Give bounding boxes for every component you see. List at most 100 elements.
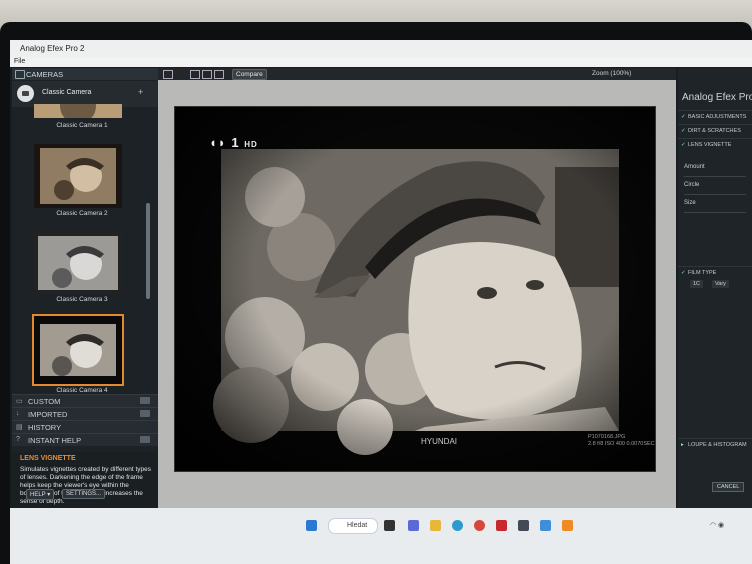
- taskbar-search-text: Hledat: [347, 522, 368, 529]
- section-basic-adjustments[interactable]: ✓ BASIC ADJUSTMENTS: [678, 110, 752, 123]
- task-view-icon[interactable]: [384, 520, 395, 531]
- thumbnail-scrollbar[interactable]: [146, 203, 150, 299]
- chrome-icon[interactable]: [474, 520, 485, 531]
- section-instant-help-toggle[interactable]: [140, 436, 150, 443]
- vignette-amount-slider[interactable]: [684, 176, 746, 177]
- file-explorer-icon[interactable]: [430, 520, 441, 531]
- classic-camera-icon: [17, 85, 34, 102]
- section-instant-help-label: INSTANT HELP: [28, 436, 82, 445]
- vignette-amount-label: Amount: [684, 164, 705, 170]
- section-imported-toggle[interactable]: [140, 410, 150, 417]
- section-lens-vignette[interactable]: ✓ LENS VIGNETTE: [678, 138, 752, 151]
- import-icon: ↓: [16, 410, 20, 417]
- preview-photo: [175, 107, 655, 471]
- cameras-header-label: CAMERAS: [26, 70, 64, 79]
- check-icon[interactable]: ✓: [681, 270, 686, 276]
- help-title: LENS VIGNETTE: [20, 455, 76, 462]
- tray-icons[interactable]: ◠ ◉: [710, 521, 724, 529]
- edge-icon[interactable]: [452, 520, 463, 531]
- zoom-select[interactable]: Zoom (100%): [592, 70, 631, 77]
- camera-thumb-2[interactable]: [34, 144, 122, 208]
- vignette-circle-slider[interactable]: [684, 194, 746, 195]
- custom-icon: ▭: [16, 398, 23, 405]
- image-metadata: P1070168.JPG 2.8 f/8 ISO 400 0.0070SEC: [588, 434, 688, 448]
- film-chip-vary[interactable]: Vary: [712, 280, 729, 288]
- left-panel: CAMERAS Classic Camera + Classic Camera …: [12, 68, 158, 508]
- check-icon[interactable]: ✓: [681, 142, 686, 148]
- chat-icon[interactable]: [408, 520, 419, 531]
- vignette-size-slider[interactable]: [684, 212, 746, 213]
- cancel-button[interactable]: CANCEL: [712, 482, 745, 492]
- vignette-size-label: Size: [684, 200, 696, 206]
- film-type-label: FILM TYPE: [688, 270, 717, 276]
- taskbar: Hledat ◠ ◉: [10, 508, 752, 564]
- app-brand: Analog Efex Pro 2: [682, 92, 752, 103]
- photo-frame: ◖◗ 1 HD HYUNDAI: [174, 106, 656, 472]
- mcafee-icon[interactable]: [496, 520, 507, 531]
- film-chip-1c[interactable]: 1C: [690, 280, 704, 288]
- section-dirt-scratches[interactable]: ✓ DIRT & SCRATCHES: [678, 124, 752, 137]
- section-loupe-histogram[interactable]: ▸ LOUPE & HISTOGRAM: [678, 438, 752, 451]
- menu-file[interactable]: File: [14, 58, 25, 65]
- camera-label-2: Classic Camera 2: [56, 210, 108, 217]
- add-icon[interactable]: +: [138, 87, 143, 97]
- loupe-histogram-label: LOUPE & HISTOGRAM: [688, 442, 747, 448]
- history-icon: ▤: [16, 424, 23, 431]
- taskbar-search[interactable]: Hledat: [328, 518, 378, 534]
- tv-logo-hd: HD: [244, 140, 258, 149]
- camera-thumb-1[interactable]: [34, 104, 122, 118]
- menu-bar: File: [10, 57, 752, 67]
- window-titlebar: Analog Efex Pro 2: [10, 40, 752, 58]
- preview-toolbar: Compare Zoom (100%): [158, 68, 676, 80]
- category-label: Classic Camera: [42, 89, 92, 96]
- section-imported[interactable]: ↓ IMPORTED: [12, 407, 158, 420]
- window-title: Analog Efex Pro 2: [20, 44, 85, 53]
- image-filename: P1070168.JPG: [588, 434, 626, 440]
- camera-icon: [15, 70, 25, 79]
- camera-thumbnails: Classic Camera 1 Classic Camera 2 Classi…: [12, 104, 152, 428]
- cameras-header[interactable]: CAMERAS: [12, 68, 158, 80]
- section-history-label: HISTORY: [28, 423, 62, 432]
- section-custom[interactable]: ▭ CUSTOM: [12, 394, 158, 407]
- sponsor-caption: HYUNDAI: [421, 437, 458, 446]
- vignette-circle-label: Circle: [684, 182, 700, 188]
- right-panel: Analog Efex Pro 2 ✓BASIC ADJUSTMENTS ✓DI…: [678, 68, 752, 508]
- screen: Analog Efex Pro 2 File CAMERAS Classic C…: [10, 40, 752, 564]
- dirt-scratches-label: DIRT & SCRATCHES: [688, 128, 741, 134]
- panel-sections: ▭ CUSTOM ↓ IMPORTED ▤ HISTORY ? INSTANT …: [12, 394, 158, 446]
- check-icon[interactable]: ✓: [681, 114, 686, 120]
- camera-thumb-3[interactable]: [34, 230, 122, 294]
- image-mat: ◖◗ 1 HD HYUNDAI P1070168.JPG 2.8 f/8 ISO…: [158, 80, 676, 508]
- camera-thumb-4[interactable]: [32, 314, 124, 386]
- camera-label-3: Classic Camera 3: [56, 296, 108, 303]
- help-text: Simulates vignettes created by different…: [20, 466, 152, 505]
- check-icon[interactable]: ✓: [681, 128, 686, 134]
- camera-label-4: Classic Camera 4: [56, 387, 108, 394]
- image-exif: 2.8 f/8 ISO 400 0.0070SEC: [588, 441, 655, 447]
- section-history[interactable]: ▤ HISTORY: [12, 420, 158, 433]
- section-instant-help[interactable]: ? INSTANT HELP: [12, 433, 158, 446]
- toggle-panel-icon[interactable]: [163, 70, 173, 79]
- section-film-type[interactable]: ✓ FILM TYPE: [678, 266, 752, 279]
- settings-button[interactable]: SETTINGS...: [62, 489, 106, 499]
- analog-efex-taskbar-icon[interactable]: [562, 520, 573, 531]
- tv-logo-icon: ◖◗: [209, 135, 227, 150]
- compare-button[interactable]: Compare: [232, 69, 267, 80]
- help-icon: ?: [16, 436, 20, 443]
- side-by-side-icon[interactable]: [214, 70, 224, 79]
- section-custom-toggle[interactable]: [140, 397, 150, 404]
- store-icon[interactable]: [518, 520, 529, 531]
- section-custom-label: CUSTOM: [28, 397, 61, 406]
- single-view-icon[interactable]: [190, 70, 200, 79]
- start-icon[interactable]: [306, 520, 317, 531]
- app-l-icon[interactable]: [540, 520, 551, 531]
- lens-vignette-label: LENS VIGNETTE: [688, 142, 732, 148]
- camera-label-1: Classic Camera 1: [56, 122, 108, 129]
- arrow-icon: ▸: [681, 442, 684, 448]
- basic-adjustments-label: BASIC ADJUSTMENTS: [688, 114, 747, 120]
- split-view-icon[interactable]: [202, 70, 212, 79]
- help-button[interactable]: HELP ▾: [26, 489, 55, 500]
- tv-logo-number: 1: [231, 135, 240, 150]
- tv-channel-logo: ◖◗ 1 HD: [209, 135, 258, 150]
- preview-area: Compare Zoom (100%) ◖◗ 1 HD HYUNDAI P107…: [158, 68, 676, 508]
